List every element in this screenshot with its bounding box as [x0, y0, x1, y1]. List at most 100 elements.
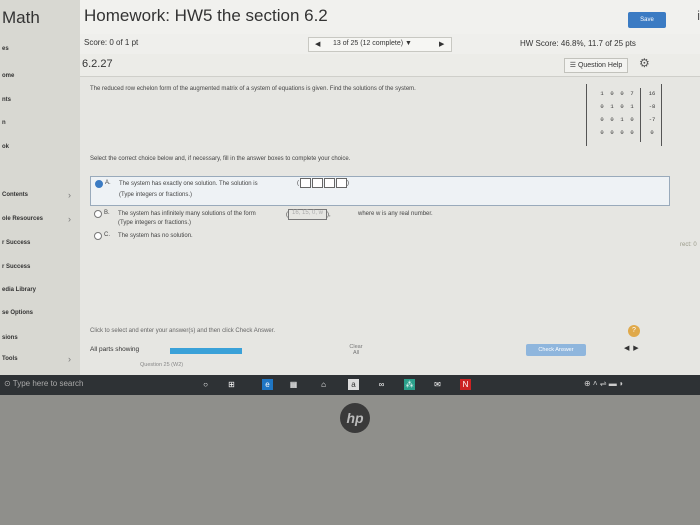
- matrix-entry: 0: [620, 129, 624, 136]
- matrix-divider: [640, 88, 641, 142]
- matrix-entry: 0: [620, 103, 624, 110]
- sidebar-item[interactable]: nts: [2, 97, 11, 103]
- augmented-matrix: 1 0 0 7 16 0 1 0 1 -8 0 0 1 0 -7 0 0 0 0…: [586, 84, 662, 146]
- chevron-right-icon: ›: [68, 190, 71, 200]
- sidebar-item-contents[interactable]: Contents: [2, 192, 28, 198]
- choice-c-letter: C.: [104, 232, 110, 238]
- choice-a-letter: A.: [105, 180, 111, 186]
- sidebar-item-media-library[interactable]: edia Library: [2, 287, 36, 293]
- gear-icon[interactable]: ⚙: [639, 56, 650, 70]
- matrix-entry: 1: [610, 103, 614, 110]
- question-selector[interactable]: 13 of 25 (12 complete) ▼: [333, 40, 412, 47]
- matrix-entry: 1: [620, 116, 624, 123]
- answer-box[interactable]: [336, 178, 347, 188]
- matrix-entry: 0: [600, 129, 604, 136]
- matrix-entry: 1: [600, 90, 604, 97]
- previous-arrow-icon[interactable]: ◀: [624, 345, 629, 352]
- choice-b-hint: (Type integers or fractions.): [118, 220, 192, 226]
- matrix-entry: 0: [600, 103, 604, 110]
- question-prompt: The reduced row echelon form of the augm…: [90, 86, 416, 92]
- question-navigator: ◀ 13 of 25 (12 complete) ▼ ▶: [308, 37, 452, 52]
- choice-a[interactable]: A. The system has exactly one solution. …: [90, 176, 670, 206]
- sidebar-item-tools[interactable]: Tools: [2, 356, 18, 362]
- help-icon[interactable]: ?: [628, 325, 640, 337]
- sidebar-title: Math: [2, 8, 40, 27]
- search-placeholder: Type here to search: [12, 379, 84, 388]
- choice-b-letter: B.: [104, 210, 110, 216]
- sidebar-item-sessions[interactable]: sions: [2, 335, 18, 341]
- sidebar-item-options[interactable]: se Options: [2, 310, 33, 316]
- question-link[interactable]: Question 25 (W2): [140, 362, 183, 368]
- chevron-right-icon: ›: [68, 214, 71, 224]
- matrix-entry: 16: [648, 90, 656, 97]
- choice-a-text: The system has exactly one solution. The…: [119, 181, 258, 187]
- matrix-entry: 0: [610, 116, 614, 123]
- matrix-entry: 1: [630, 103, 634, 110]
- matrix-entry: 0: [600, 116, 604, 123]
- header: Homework: HW5 the section 6.2 Save i: [80, 0, 700, 35]
- sidebar-item-success[interactable]: r Success: [2, 264, 30, 270]
- radio-icon[interactable]: [94, 232, 102, 240]
- sidebar-item[interactable]: ok: [2, 144, 9, 150]
- matrix-entry: -7: [648, 116, 656, 123]
- matrix-entry: -8: [648, 103, 656, 110]
- sidebar-item-home[interactable]: ome: [2, 73, 14, 79]
- matrix-entry: 0: [630, 129, 634, 136]
- save-button[interactable]: Save: [628, 12, 666, 28]
- check-answer-button[interactable]: Check Answer: [526, 344, 586, 356]
- answer-box[interactable]: [324, 178, 335, 188]
- matrix-entry: 0: [610, 90, 614, 97]
- matrix-entry: 0: [650, 129, 654, 136]
- page-title: Homework: HW5 the section 6.2: [84, 6, 328, 25]
- matrix-entry: 0: [610, 129, 614, 136]
- problem-number: 6.2.27: [82, 58, 113, 70]
- cortana-icon[interactable]: ○: [200, 379, 211, 390]
- lock-icon[interactable]: ⌂: [318, 379, 329, 390]
- clear-all-button[interactable]: Clear All: [346, 344, 366, 356]
- score-label: Score: 0 of 1 pt: [84, 38, 139, 47]
- netflix-icon[interactable]: N: [460, 379, 471, 390]
- radio-selected-icon[interactable]: [95, 180, 103, 188]
- sidebar-item-success[interactable]: r Success: [2, 240, 30, 246]
- grid-icon: ☰: [569, 62, 576, 69]
- question-help-button[interactable]: ☰ Question Help: [564, 58, 628, 73]
- choice-b-tail: where w is any real number.: [358, 211, 433, 217]
- question-help-label: Question Help: [577, 62, 623, 69]
- radio-icon[interactable]: [94, 210, 102, 218]
- mail-icon[interactable]: ✉: [432, 379, 443, 390]
- next-arrow-icon[interactable]: ▶: [633, 345, 638, 352]
- answer-box[interactable]: [300, 178, 311, 188]
- screen: Math es ome nts n ok Contents › ole Reso…: [0, 0, 700, 395]
- question-arrows: ◀ ▶: [624, 344, 639, 352]
- matrix-entry: 0: [630, 116, 634, 123]
- vector-answer-field[interactable]: 16, 15, 0, w: [288, 209, 328, 220]
- hp-logo: hp: [340, 403, 370, 433]
- answer-box[interactable]: [312, 178, 323, 188]
- question-counter: 13 of 25 (12 complete): [333, 40, 404, 47]
- question-content: The reduced row echelon form of the augm…: [80, 78, 670, 375]
- choice-a-hint: (Type integers or fractions.): [119, 192, 193, 198]
- matrix-entry: 0: [620, 90, 624, 97]
- task-view-icon[interactable]: ⊞: [226, 379, 237, 390]
- rect-label: rect: 0: [680, 242, 697, 248]
- store-icon[interactable]: ▦: [288, 379, 299, 390]
- progress-fill: [170, 348, 242, 354]
- chevron-right-icon: ›: [68, 354, 71, 364]
- system-tray[interactable]: ⊕ ˄ ⇌ ▬ ◗: [584, 379, 624, 388]
- app-icon[interactable]: a: [348, 379, 359, 390]
- sidebar-item-resources[interactable]: ole Resources: [2, 216, 43, 222]
- edge-icon[interactable]: e: [262, 379, 273, 390]
- infinity-icon[interactable]: ∞: [376, 379, 387, 390]
- next-question-icon[interactable]: ▶: [439, 40, 444, 48]
- previous-question-icon[interactable]: ◀: [315, 40, 320, 48]
- taskbar-search[interactable]: ⊙ Type here to search: [4, 379, 84, 388]
- windows-icon[interactable]: ⊙: [4, 379, 11, 388]
- taskbar: ⊙ Type here to search ○ ⊞ e ▦ ⌂ a ∞ ⁂ ✉ …: [0, 375, 700, 395]
- hw-score: HW Score: 46.8%, 11.7 of 25 pts: [520, 39, 636, 48]
- all-parts-label: All parts showing: [90, 346, 140, 353]
- app-grid-icon[interactable]: ⁂: [404, 379, 415, 390]
- sidebar-item[interactable]: n: [2, 120, 6, 126]
- sidebar-item[interactable]: es: [2, 46, 9, 52]
- choice-b-vector[interactable]: (16, 15, 0, w),: [286, 209, 331, 220]
- parts-progress-bar: [170, 348, 242, 354]
